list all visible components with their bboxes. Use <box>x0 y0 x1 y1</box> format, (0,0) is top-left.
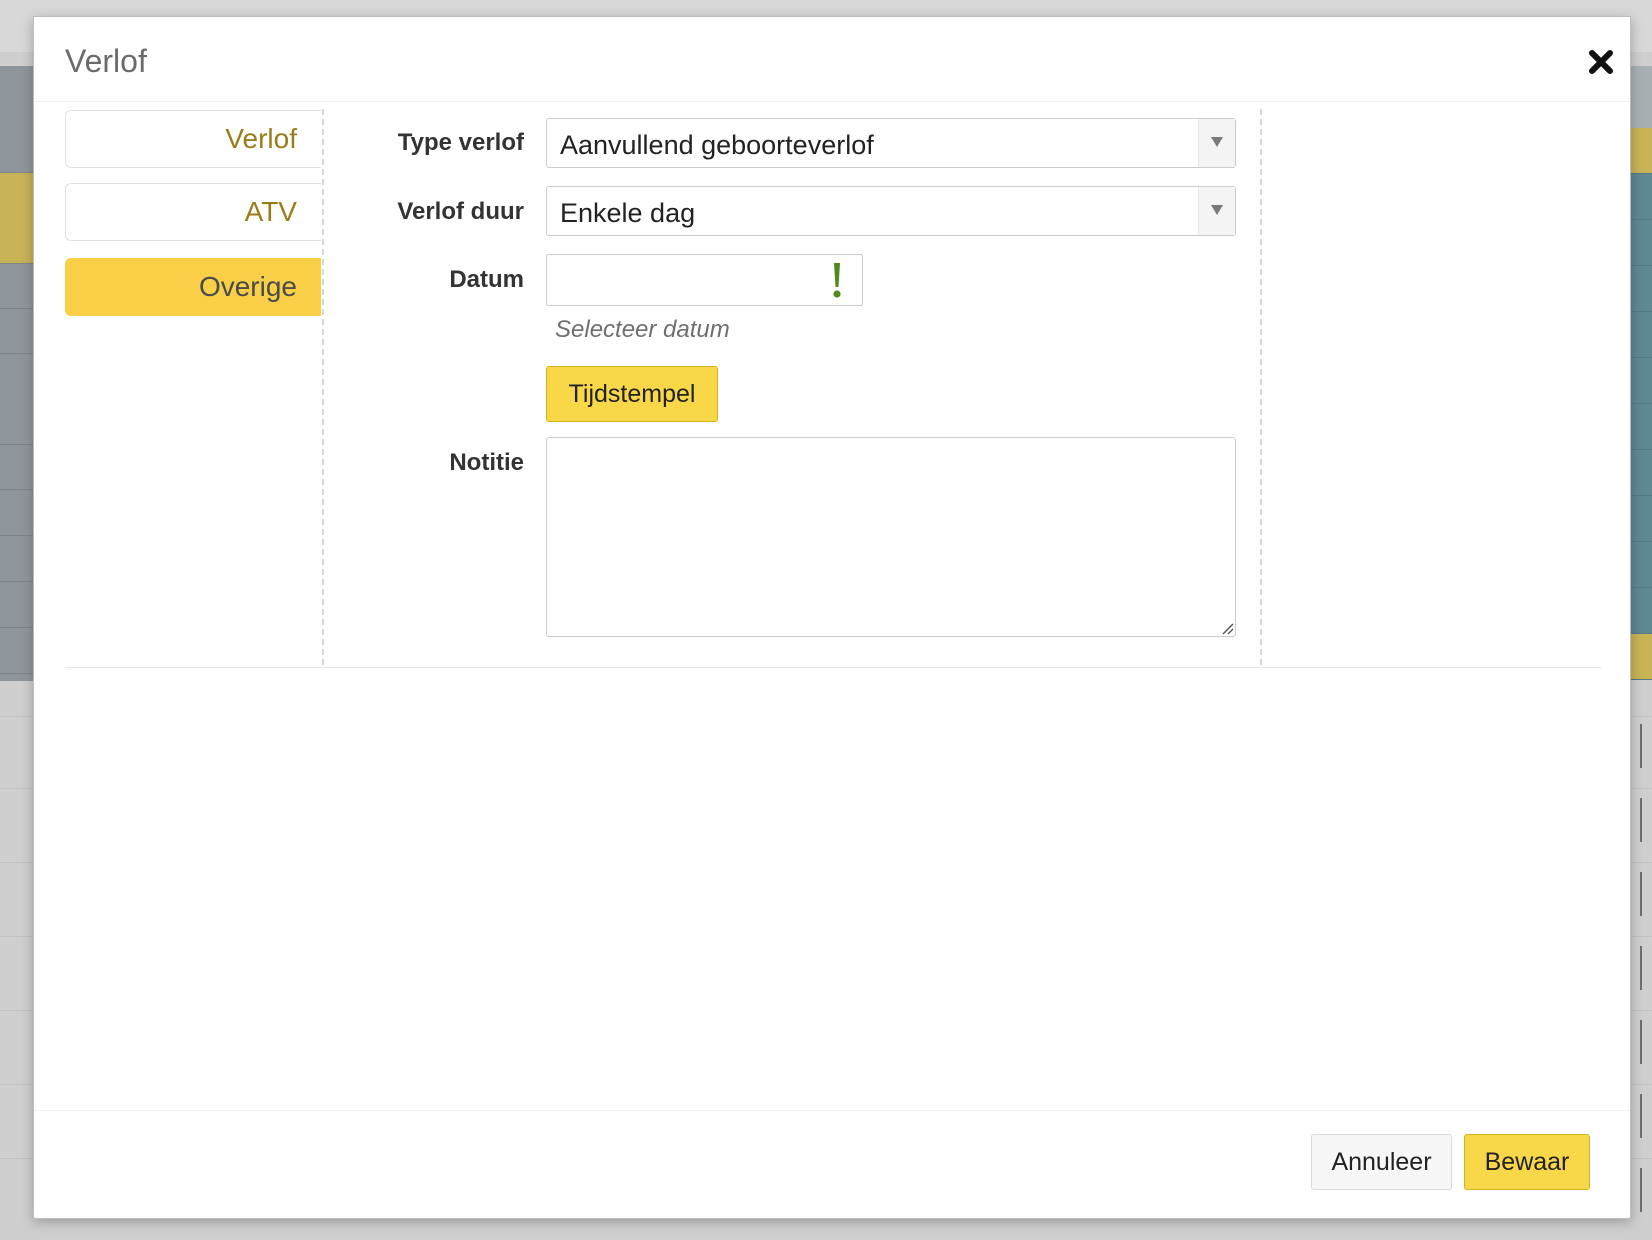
backdrop-cell <box>0 583 34 628</box>
backdrop-cell <box>1630 634 1652 680</box>
tijdstempel-button[interactable]: Tijdstempel <box>546 366 718 422</box>
backdrop-cell <box>1630 312 1652 358</box>
footer-divider <box>34 1110 1630 1111</box>
backdrop-cell <box>0 264 34 309</box>
backdrop-cell <box>1630 450 1652 496</box>
backdrop-cell <box>0 173 34 264</box>
datum-input[interactable] <box>546 254 863 306</box>
type-verlof-value: Aanvullend geboorteverlof <box>560 130 874 160</box>
backdrop-cell <box>0 128 34 173</box>
backdrop-cell <box>1630 496 1652 542</box>
backdrop-cell <box>0 445 34 490</box>
backdrop-tick <box>1640 946 1642 990</box>
verlof-duur-value: Enkele dag <box>560 198 696 228</box>
resize-grip-icon[interactable] <box>1220 621 1234 635</box>
save-button[interactable]: Bewaar <box>1464 1134 1590 1190</box>
exclamation-icon <box>833 263 841 298</box>
verlof-modal: Verlof Verlof ATV Overige Type verlof Aa… <box>33 16 1631 1219</box>
backdrop-tick <box>1640 798 1642 842</box>
close-button[interactable] <box>1586 47 1616 77</box>
tab-atv[interactable]: ATV <box>65 183 321 241</box>
notitie-textarea[interactable] <box>546 437 1236 637</box>
datum-label: Datum <box>449 266 524 293</box>
backdrop-cell <box>0 629 34 674</box>
backdrop-cell <box>0 491 34 536</box>
backdrop-tick <box>1640 1168 1642 1212</box>
backdrop-tick <box>1640 724 1642 768</box>
backdrop-cell <box>0 400 34 445</box>
backdrop-tick <box>1640 1094 1642 1138</box>
type-verlof-label: Type verlof <box>397 129 524 156</box>
notitie-label: Notitie <box>449 449 524 476</box>
backdrop-cell <box>0 309 34 354</box>
tab-overige[interactable]: Overige <box>65 258 321 316</box>
backdrop-cell <box>1630 174 1652 220</box>
backdrop-cell <box>1630 128 1652 174</box>
backdrop-right-header <box>1630 66 1652 128</box>
select-arrow-box <box>1198 187 1235 235</box>
modal-title: Verlof <box>65 43 147 79</box>
chevron-down-icon <box>1211 137 1223 147</box>
chevron-down-icon <box>1211 205 1223 215</box>
backdrop-cell <box>1630 358 1652 404</box>
backdrop-cell <box>1630 588 1652 634</box>
header-divider <box>34 101 1630 102</box>
form-bottom-divider <box>65 667 1601 668</box>
close-icon <box>1589 50 1613 74</box>
select-arrow-box <box>1198 119 1235 167</box>
verlof-duur-select[interactable]: Enkele dag <box>546 186 1236 236</box>
backdrop-tick <box>1640 1020 1642 1064</box>
datum-help-text: Selecteer datum <box>555 316 730 343</box>
backdrop-cell <box>1630 404 1652 450</box>
backdrop-cell <box>1630 220 1652 266</box>
backdrop-cell <box>1630 542 1652 588</box>
backdrop-cell <box>0 537 34 582</box>
backdrop-tick <box>1640 872 1642 916</box>
tabs-divider <box>322 109 324 665</box>
backdrop-cell <box>1630 266 1652 312</box>
cancel-button[interactable]: Annuleer <box>1311 1134 1452 1190</box>
tab-verlof[interactable]: Verlof <box>65 110 321 168</box>
verlof-duur-label: Verlof duur <box>397 198 524 225</box>
form-column-divider <box>1260 109 1262 665</box>
type-verlof-select[interactable]: Aanvullend geboorteverlof <box>546 118 1236 168</box>
